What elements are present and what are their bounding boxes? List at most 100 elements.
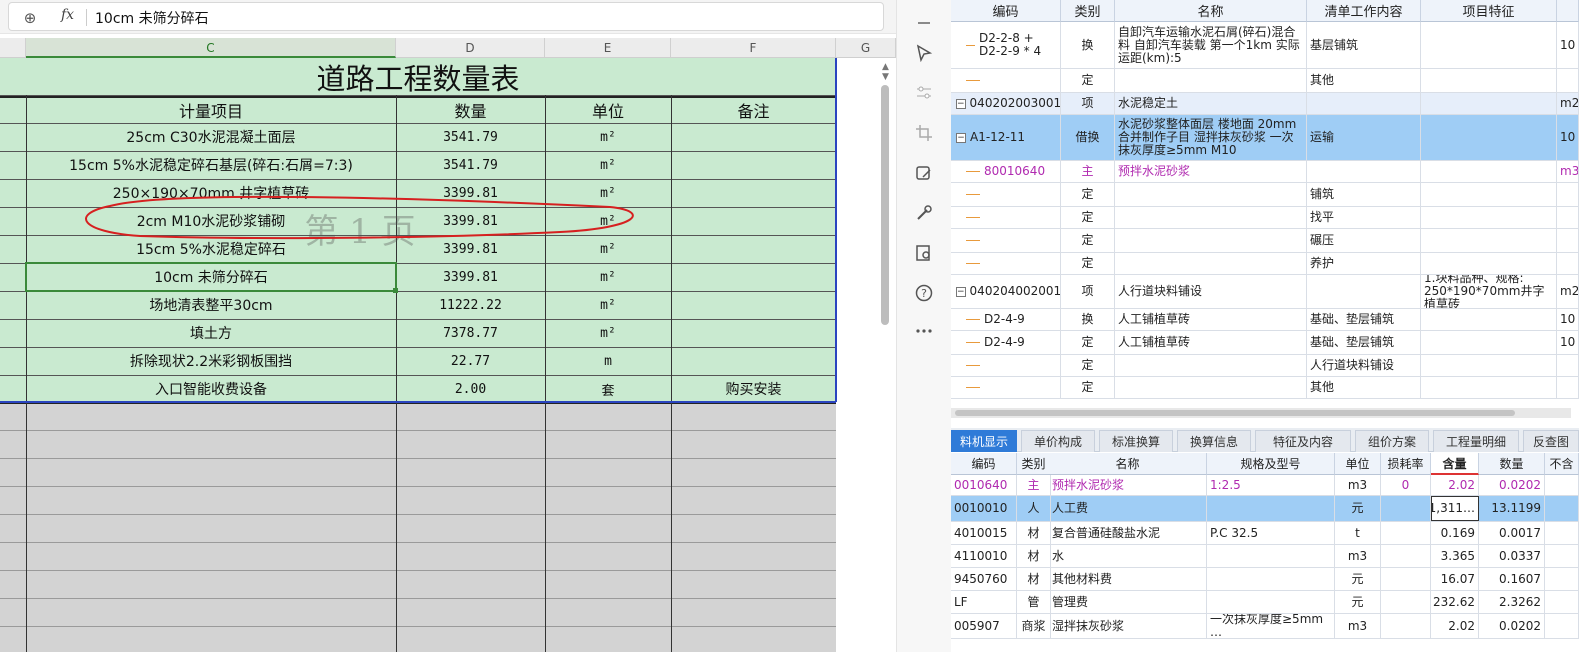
upper-cell-work[interactable]: 运输 [1307,115,1421,160]
upper-cell-name[interactable]: 人工铺植草砖 [1115,331,1307,354]
upper-header-code[interactable]: 编码 [951,0,1061,22]
lower-table-row[interactable]: 0010010 人人工费 元 1,311… 13.1199 [951,496,1579,522]
lower-cell-name[interactable]: 管理费 [1049,591,1207,613]
tab-quantity-detail[interactable]: 工程量明细 [1433,430,1519,452]
lower-cell-content[interactable]: 16.07 [1431,568,1479,590]
upper-cell-name[interactable] [1115,207,1307,228]
lower-cell-loss[interactable] [1381,591,1431,613]
lower-cell-code[interactable]: 005907 [951,614,1017,638]
lower-header-2[interactable]: 名称 [1049,453,1207,475]
upper-cell-extra[interactable] [1557,377,1579,398]
upper-header-feature[interactable]: 项目特征 [1421,0,1557,22]
upper-cell-work[interactable]: 其他 [1307,377,1421,398]
upper-cell-extra[interactable] [1557,207,1579,228]
upper-cell-code[interactable] [951,229,1061,252]
upper-header-work[interactable]: 清单工作内容 [1307,0,1421,22]
lower-cell-loss[interactable] [1381,545,1431,567]
lower-cell-qty[interactable]: 0.0337 [1479,545,1545,567]
upper-table-row[interactable]: 定 养护 [951,253,1579,275]
lower-header-8[interactable]: 不含 [1545,453,1579,475]
upper-cell-work[interactable]: 铺筑 [1307,183,1421,206]
upper-cell-code[interactable] [951,253,1061,274]
lower-cell-spec[interactable] [1207,568,1335,590]
upper-cell-extra[interactable]: 10 [1557,22,1579,68]
lower-cell-name[interactable]: 预拌水泥砂浆 [1049,475,1207,495]
lower-cell-cat[interactable]: 材 [1017,545,1051,567]
upper-cell-work[interactable]: 其他 [1307,69,1421,92]
upper-cell-feature[interactable] [1421,253,1557,274]
upper-cell-cat[interactable]: 项 [1061,93,1115,114]
upper-cell-code[interactable]: −040202003001 [951,93,1061,114]
tab-pricing-plan[interactable]: 组价方案 [1355,430,1429,452]
upper-table-row[interactable]: 80010640 主 预拌水泥砂浆 m3 [951,161,1579,183]
lower-cell-content[interactable]: 232.62 [1431,591,1479,613]
upper-cell-work[interactable] [1307,161,1421,182]
upper-cell-feature[interactable] [1421,207,1557,228]
collapse-icon[interactable]: − [956,286,966,297]
lower-table-row[interactable]: 0010640 主预拌水泥砂浆 1:2.5 m3 0 2.02 0.0202 [951,475,1579,496]
upper-cell-cat[interactable]: 定 [1061,229,1115,252]
tab-conversion-info[interactable]: 换算信息 [1177,430,1251,452]
upper-cell-feature[interactable] [1421,309,1557,330]
lower-cell-unit[interactable]: 元 [1335,591,1381,613]
lower-cell-extra[interactable] [1545,522,1579,544]
upper-table-row[interactable]: −040202003001 项 水泥稳定土 m2 [951,93,1579,115]
upper-cell-cat[interactable]: 换 [1061,22,1115,68]
lower-cell-code[interactable]: 4110010 [951,545,1017,567]
upper-header-category[interactable]: 类别 [1061,0,1115,22]
lower-cell-code[interactable]: 0010010 [951,496,1017,521]
lower-cell-extra[interactable] [1545,475,1579,495]
lower-cell-code[interactable]: LF [951,591,1017,613]
lower-cell-cat[interactable]: 人 [1017,496,1051,521]
upper-cell-code[interactable] [951,355,1061,376]
lower-cell-loss[interactable] [1381,614,1431,638]
lower-cell-cat[interactable]: 材 [1017,522,1051,544]
lower-cell-extra[interactable] [1545,545,1579,567]
lower-cell-name[interactable]: 湿拌抹灰砂浆 [1049,614,1207,638]
lower-cell-content[interactable]: 0.169 [1431,522,1479,544]
lower-header-0[interactable]: 编码 [951,453,1017,475]
upper-cell-cat[interactable]: 定 [1061,355,1115,376]
lower-cell-content[interactable]: 3.365 [1431,545,1479,567]
upper-cell-code[interactable] [951,377,1061,398]
lower-cell-spec[interactable]: P.C 32.5 [1207,522,1335,544]
lower-cell-spec[interactable]: 一次抹灰厚度≥5mm … [1207,614,1335,638]
lower-header-1[interactable]: 类别 [1017,453,1051,475]
upper-cell-extra[interactable]: m3 [1557,161,1579,182]
adjust-icon[interactable] [909,78,939,108]
book-search-icon[interactable] [909,238,939,268]
tab-standard-conversion[interactable]: 标准换算 [1099,430,1173,452]
upper-cell-feature[interactable] [1421,69,1557,92]
upper-cell-name[interactable]: 人工铺植草砖 [1115,309,1307,330]
upper-cell-code[interactable]: 80010640 [951,161,1061,182]
upper-cell-cat[interactable]: 定 [1061,331,1115,354]
upper-cell-code[interactable]: −040204002001 [951,275,1061,308]
upper-cell-work[interactable]: 人行道块料铺设 [1307,355,1421,376]
upper-cell-feature[interactable] [1421,161,1557,182]
lower-header-4[interactable]: 单位 [1335,453,1381,475]
upper-table-row[interactable]: −040204002001 项 人行道块料铺设 1.块料品种、规格: 250*190*… [951,275,1579,309]
upper-table-row[interactable]: 定 铺筑 [951,183,1579,207]
upper-cell-code[interactable]: D2-4-9 [951,309,1061,330]
upper-cell-feature[interactable] [1421,355,1557,376]
lower-cell-cat[interactable]: 材 [1017,568,1051,590]
upper-cell-extra[interactable]: 10 [1557,309,1579,330]
upper-cell-cat[interactable]: 定 [1061,207,1115,228]
upper-cell-code[interactable]: − A1-12-11 [951,115,1061,160]
upper-cell-extra[interactable] [1557,355,1579,376]
upper-header-extra[interactable] [1557,0,1579,22]
lower-cell-qty[interactable]: 0.1607 [1479,568,1545,590]
upper-cell-cat[interactable]: 定 [1061,69,1115,92]
upper-cell-feature[interactable]: 1.块料品种、规格: 250*190*70mm井字植草砖 [1421,275,1557,308]
lower-cell-loss[interactable] [1381,522,1431,544]
tab-material[interactable]: 料机显示 [951,430,1017,452]
edit-image-icon[interactable] [909,158,939,188]
upper-table-row[interactable]: 定 人行道块料铺设 [951,355,1579,377]
lower-cell-spec[interactable] [1207,591,1335,613]
collapse-icon[interactable]: − [956,98,966,109]
upper-cell-feature[interactable] [1421,93,1557,114]
lower-table-row[interactable]: 9450760 材其他材料费 元 16.07 0.1607 [951,568,1579,591]
lower-header-5[interactable]: 损耗率 [1381,453,1431,475]
lower-cell-code[interactable]: 9450760 [951,568,1017,590]
upper-cell-name[interactable] [1115,355,1307,376]
